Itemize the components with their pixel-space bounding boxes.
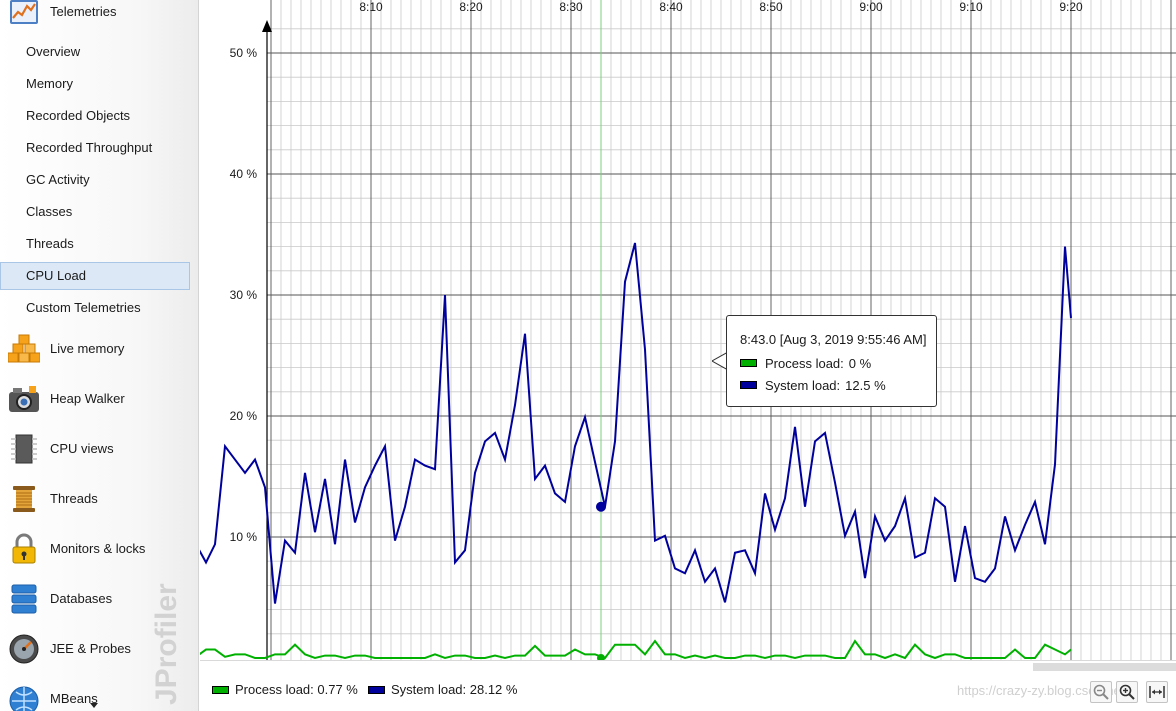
tooltip-title: 8:43.0 [Aug 3, 2019 9:55:46 AM]: [740, 331, 927, 347]
jee-probes-icon: [9, 634, 39, 664]
sidebar-section-label: Live memory: [50, 341, 125, 356]
x-tick-label: 8:20: [459, 0, 483, 14]
x-tick-label: 8:30: [559, 0, 583, 14]
sidebar-item-threads[interactable]: Threads: [0, 230, 190, 258]
sidebar-item-memory[interactable]: Memory: [0, 70, 190, 98]
sidebar-item-cpu-load[interactable]: CPU Load: [0, 262, 190, 290]
process-load-swatch: [212, 685, 229, 694]
sidebar-item-recorded-throughput[interactable]: Recorded Throughput: [0, 134, 190, 162]
system-load-swatch: [368, 685, 385, 694]
sidebar-item-custom-telemetries[interactable]: Custom Telemetries: [0, 294, 190, 322]
x-tick-label: 8:40: [659, 0, 683, 14]
legend-label: System load: 28.12 %: [391, 682, 518, 697]
data-tooltip: 8:43.0 [Aug 3, 2019 9:55:46 AM] Process …: [726, 315, 937, 407]
sidebar-section-label: CPU views: [50, 441, 114, 456]
legend-item-process-load: Process load: 0.77 %: [212, 682, 358, 697]
sidebar-item-label: Recorded Objects: [26, 108, 131, 123]
sidebar-section-live-memory[interactable]: Live memory: [0, 329, 198, 369]
chart-legend-bar: Process load: 0.77 % System load: 28.12 …: [200, 660, 1176, 711]
y-tick-label: 40 %: [229, 167, 257, 181]
sidebar-section-label: Databases: [50, 591, 113, 606]
sidebar-item-label: Recorded Throughput: [26, 140, 153, 155]
grid-minor-lines: [267, 0, 1176, 660]
x-tick-label: 8:10: [359, 0, 383, 14]
sidebar-item-classes[interactable]: Classes: [0, 198, 190, 226]
sidebar-item-label: CPU Load: [26, 268, 86, 283]
sidebar-scroll-down-icon[interactable]: [90, 703, 98, 708]
telemetries-icon: [10, 0, 38, 24]
tooltip-row-value: 0 %: [848, 355, 872, 371]
sidebar-item-label: Classes: [26, 204, 73, 219]
sidebar-section-label: Telemetries: [50, 4, 117, 19]
sidebar-section-threads[interactable]: Threads: [0, 479, 198, 519]
sidebar: Telemetries Overview Memory Recorded Obj…: [0, 0, 199, 711]
tooltip-row-label: Process load:: [765, 355, 844, 371]
sidebar-item-label: Custom Telemetries: [26, 300, 141, 315]
sidebar-item-label: GC Activity: [26, 172, 90, 187]
sidebar-item-label: Overview: [26, 44, 81, 59]
y-axis-arrow-icon: [262, 20, 272, 32]
databases-icon: [11, 584, 37, 614]
y-tick-label: 50 %: [229, 46, 257, 60]
sidebar-item-overview[interactable]: Overview: [0, 38, 190, 66]
chart-canvas[interactable]: [200, 0, 1176, 660]
jprofiler-watermark-logo: JProfiler: [150, 583, 183, 705]
sidebar-section-label: Monitors & locks: [50, 541, 146, 556]
x-tick-label: 9:10: [959, 0, 983, 14]
fit-width-button[interactable]: [1146, 681, 1168, 703]
cpu-load-chart[interactable]: 8:10 8:20 8:30 8:40 8:50 9:00 9:10 9:20 …: [200, 0, 1176, 711]
sidebar-item-label: Threads: [26, 236, 74, 251]
zoom-out-icon: [1093, 684, 1109, 700]
sidebar-section-heap-walker[interactable]: Heap Walker: [0, 379, 198, 419]
legend-label: Process load: 0.77 %: [235, 682, 358, 697]
cpu-views-icon: [11, 434, 37, 464]
process-load-swatch: [740, 359, 757, 367]
fit-width-icon: [1149, 686, 1165, 698]
tooltip-row-system-load: System load: 12.5 %: [740, 374, 936, 396]
sidebar-item-gc-activity[interactable]: GC Activity: [0, 166, 190, 194]
x-tick-label: 9:20: [1059, 0, 1083, 14]
monitors-locks-icon: [12, 533, 36, 564]
mbeans-icon: [9, 686, 39, 711]
tooltip-row-value: 12.5 %: [845, 377, 886, 393]
sidebar-section-cpu-views[interactable]: CPU views: [0, 429, 198, 469]
threads-icon: [13, 486, 35, 512]
zoom-in-button[interactable]: [1116, 681, 1138, 703]
zoom-out-button[interactable]: [1090, 681, 1112, 703]
horizontal-scrollbar[interactable]: [1033, 663, 1176, 671]
svg-text:JProfiler: JProfiler: [150, 583, 183, 705]
system-load-swatch: [740, 381, 757, 389]
y-tick-label: 30 %: [229, 288, 257, 302]
live-memory-icon: [8, 334, 40, 363]
y-tick-label: 10 %: [229, 530, 257, 544]
sidebar-section-telemetries[interactable]: Telemetries: [0, 0, 198, 32]
y-tick-label: 20 %: [229, 409, 257, 423]
x-tick-label: 8:50: [759, 0, 783, 14]
tooltip-row-process-load: Process load: 0 %: [740, 352, 936, 374]
sidebar-section-label: JEE & Probes: [50, 641, 131, 656]
cursor-marker-system-load: [596, 501, 606, 512]
sidebar-section-label: Heap Walker: [50, 391, 125, 406]
tooltip-row-label: System load:: [765, 377, 841, 393]
sidebar-section-label: Threads: [50, 491, 98, 506]
x-tick-label: 9:00: [859, 0, 883, 14]
heap-walker-icon: [9, 386, 39, 412]
legend-item-system-load: System load: 28.12 %: [368, 682, 517, 697]
zoom-in-icon: [1119, 684, 1135, 700]
sidebar-item-label: Memory: [26, 76, 73, 91]
sidebar-item-recorded-objects[interactable]: Recorded Objects: [0, 102, 190, 130]
